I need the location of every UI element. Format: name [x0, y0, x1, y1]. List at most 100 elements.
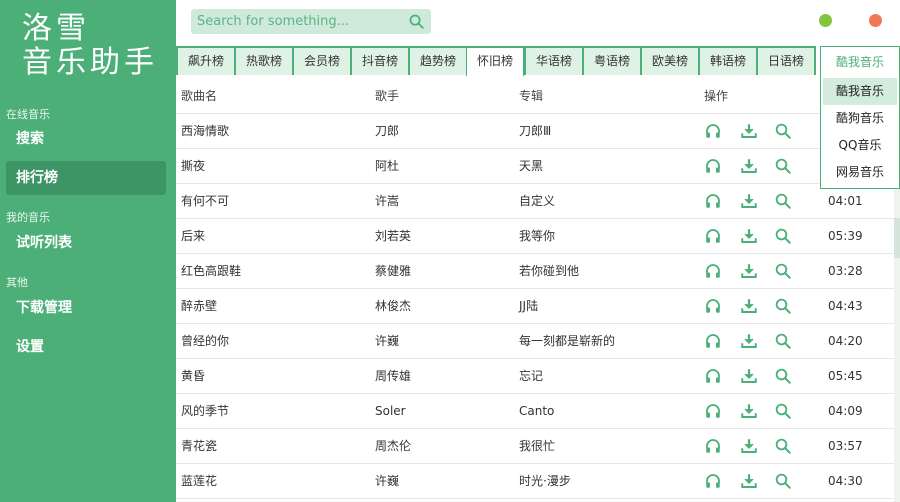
search-icon[interactable] [774, 472, 792, 490]
search-icon[interactable] [774, 262, 792, 280]
download-icon[interactable] [740, 192, 758, 210]
album-name: 忘记 [519, 369, 544, 383]
album-name: 每一刻都是崭新的 [519, 334, 616, 348]
headphones-icon[interactable] [704, 227, 722, 245]
headphones-icon[interactable] [704, 402, 722, 420]
tab-chinese[interactable]: 华语榜 [526, 48, 582, 75]
tab-japanese[interactable]: 日语榜 [758, 48, 814, 75]
album-name: JJ陆 [519, 299, 539, 313]
table-row[interactable]: 蓝莲花 许巍 时光·漫步 04:30 [176, 464, 894, 499]
table-row[interactable]: 风的季节 Soler Canto 04:09 [176, 394, 894, 429]
singer-name: 许巍 [375, 474, 400, 488]
song-name: 青花瓷 [181, 439, 218, 453]
download-icon[interactable] [740, 227, 758, 245]
tab-vip[interactable]: 会员榜 [294, 48, 350, 75]
singer-name: 刘若英 [375, 229, 412, 243]
tab-nostalgic[interactable]: 怀旧榜 [466, 48, 524, 76]
song-name: 红色高跟鞋 [181, 264, 242, 278]
search-icon[interactable] [774, 192, 792, 210]
song-name: 醉赤壁 [181, 299, 218, 313]
search-icon[interactable] [774, 402, 792, 420]
song-duration: 04:43 [828, 299, 863, 313]
search-icon[interactable] [408, 13, 425, 30]
table-header: 歌曲名 歌手 专辑 操作 [176, 79, 894, 114]
search-icon[interactable] [774, 367, 792, 385]
headphones-icon[interactable] [704, 262, 722, 280]
column-header-singer: 歌手 [375, 89, 400, 103]
download-icon[interactable] [740, 122, 758, 140]
sidebar-item-settings[interactable]: 设置 [6, 330, 166, 364]
singer-name: 刀郎 [375, 124, 400, 138]
close-button[interactable] [869, 14, 882, 27]
table-row[interactable]: 有何不可 许嵩 自定义 04:01 [176, 184, 894, 219]
tab-korean[interactable]: 韩语榜 [700, 48, 756, 75]
table-row[interactable]: 红色高跟鞋 蔡健雅 若你碰到他 03:28 [176, 254, 894, 289]
search-icon[interactable] [774, 157, 792, 175]
tab-trend[interactable]: 趋势榜 [410, 48, 466, 75]
download-icon[interactable] [740, 297, 758, 315]
minimize-button[interactable] [819, 14, 832, 27]
sidebar-item-downloads[interactable]: 下载管理 [6, 291, 166, 325]
search-icon[interactable] [774, 332, 792, 350]
headphones-icon[interactable] [704, 297, 722, 315]
table-row[interactable]: 西海情歌 刀郎 刀郎Ⅲ [176, 114, 894, 149]
source-option-netease[interactable]: 网易音乐 [823, 159, 897, 186]
table-row[interactable]: 青花瓷 周杰伦 我很忙 03:57 [176, 429, 894, 464]
search-input[interactable] [191, 9, 401, 34]
tab-soaring[interactable]: 飙升榜 [178, 48, 234, 75]
album-name: 我很忙 [519, 439, 556, 453]
sidebar-item-search[interactable]: 搜索 [6, 122, 166, 156]
song-duration: 04:09 [828, 404, 863, 418]
song-duration: 03:57 [828, 439, 863, 453]
album-name: 刀郎Ⅲ [519, 124, 552, 138]
search-icon[interactable] [774, 297, 792, 315]
download-icon[interactable] [740, 157, 758, 175]
table-row[interactable]: 黄昏 周传雄 忘记 05:45 [176, 359, 894, 394]
headphones-icon[interactable] [704, 472, 722, 490]
source-option-qq[interactable]: QQ音乐 [823, 132, 897, 159]
album-name: 天黑 [519, 159, 544, 173]
source-option-kuwo[interactable]: 酷我音乐 [823, 78, 897, 105]
column-header-ops: 操作 [704, 89, 729, 103]
tab-cantonese[interactable]: 粤语榜 [584, 48, 640, 75]
singer-name: 许嵩 [375, 194, 400, 208]
download-icon[interactable] [740, 262, 758, 280]
tab-hot[interactable]: 热歌榜 [236, 48, 292, 75]
tab-western[interactable]: 欧美榜 [642, 48, 698, 75]
search-icon[interactable] [774, 122, 792, 140]
singer-name: 林俊杰 [375, 299, 412, 313]
download-icon[interactable] [740, 332, 758, 350]
song-name: 黄昏 [181, 369, 206, 383]
table-row[interactable]: 醉赤壁 林俊杰 JJ陆 04:43 [176, 289, 894, 324]
album-name: 自定义 [519, 194, 556, 208]
column-header-song: 歌曲名 [181, 89, 218, 103]
sidebar-item-leaderboard[interactable]: 排行榜 [6, 161, 166, 195]
table-row[interactable]: 后来 刘若英 我等你 05:39 [176, 219, 894, 254]
sidebar-item-play-list[interactable]: 试听列表 [6, 226, 166, 260]
source-dropdown-selected[interactable]: 酷我音乐 [821, 47, 899, 78]
headphones-icon[interactable] [704, 332, 722, 350]
table-row[interactable]: 曾经的你 许巍 每一刻都是崭新的 04:20 [176, 324, 894, 359]
song-duration: 04:01 [828, 194, 863, 208]
logo-line-1: 洛雪 [22, 11, 90, 46]
scrollbar-thumb[interactable] [894, 218, 900, 258]
download-icon[interactable] [740, 472, 758, 490]
download-icon[interactable] [740, 402, 758, 420]
search-icon[interactable] [774, 227, 792, 245]
table-row[interactable]: 撕夜 阿杜 天黑 [176, 149, 894, 184]
headphones-icon[interactable] [704, 122, 722, 140]
download-icon[interactable] [740, 367, 758, 385]
search-icon[interactable] [774, 437, 792, 455]
source-option-kugou[interactable]: 酷狗音乐 [823, 105, 897, 132]
headphones-icon[interactable] [704, 367, 722, 385]
download-icon[interactable] [740, 437, 758, 455]
headphones-icon[interactable] [704, 192, 722, 210]
song-name: 曾经的你 [181, 334, 230, 348]
column-header-album: 专辑 [519, 89, 544, 103]
singer-name: 周杰伦 [375, 439, 412, 453]
headphones-icon[interactable] [704, 437, 722, 455]
singer-name: 阿杜 [375, 159, 400, 173]
tab-douyin[interactable]: 抖音榜 [352, 48, 408, 75]
song-duration: 04:30 [828, 474, 863, 488]
headphones-icon[interactable] [704, 157, 722, 175]
